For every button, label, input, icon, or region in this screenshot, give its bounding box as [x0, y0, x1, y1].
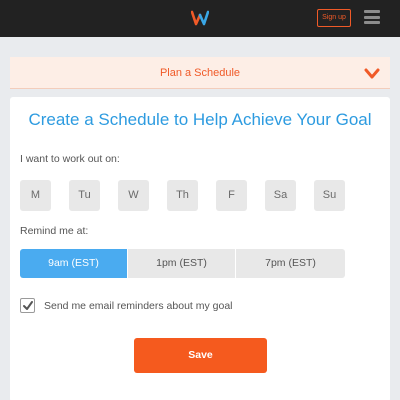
day-button-monday[interactable]: M	[20, 180, 51, 211]
checkmark-icon	[23, 301, 33, 310]
card-title: Create a Schedule to Help Achieve Your G…	[28, 110, 372, 129]
day-button-thursday[interactable]: Th	[167, 180, 198, 211]
workout-days-label: I want to work out on:	[20, 153, 120, 165]
email-reminder-label: Send me email reminders about my goal	[44, 300, 233, 312]
plan-schedule-accordion[interactable]: Plan a Schedule	[10, 57, 390, 89]
save-button[interactable]: Save	[134, 338, 267, 373]
day-button-sunday[interactable]: Su	[314, 180, 345, 211]
top-nav-bar: Sign up	[0, 0, 400, 37]
email-reminder-checkbox[interactable]	[20, 298, 35, 313]
plan-schedule-title: Plan a Schedule	[159, 67, 241, 79]
time-option-1pm[interactable]: 1pm (EST)	[128, 249, 235, 278]
hamburger-menu-icon[interactable]	[364, 10, 380, 24]
remind-time-label: Remind me at:	[20, 225, 89, 237]
day-button-wednesday[interactable]: W	[118, 180, 149, 211]
time-selector: 9am (EST) 1pm (EST) 7pm (EST)	[20, 249, 345, 278]
day-button-saturday[interactable]: Sa	[265, 180, 296, 211]
sign-up-button[interactable]: Sign up	[317, 9, 351, 27]
w-logo-icon[interactable]	[190, 9, 210, 27]
day-button-friday[interactable]: F	[216, 180, 247, 211]
day-button-tuesday[interactable]: Tu	[69, 180, 100, 211]
time-option-9am[interactable]: 9am (EST)	[20, 249, 127, 278]
schedule-card: Create a Schedule to Help Achieve Your G…	[10, 97, 390, 400]
time-option-7pm[interactable]: 7pm (EST)	[236, 249, 345, 278]
chevron-down-icon[interactable]	[364, 67, 380, 79]
